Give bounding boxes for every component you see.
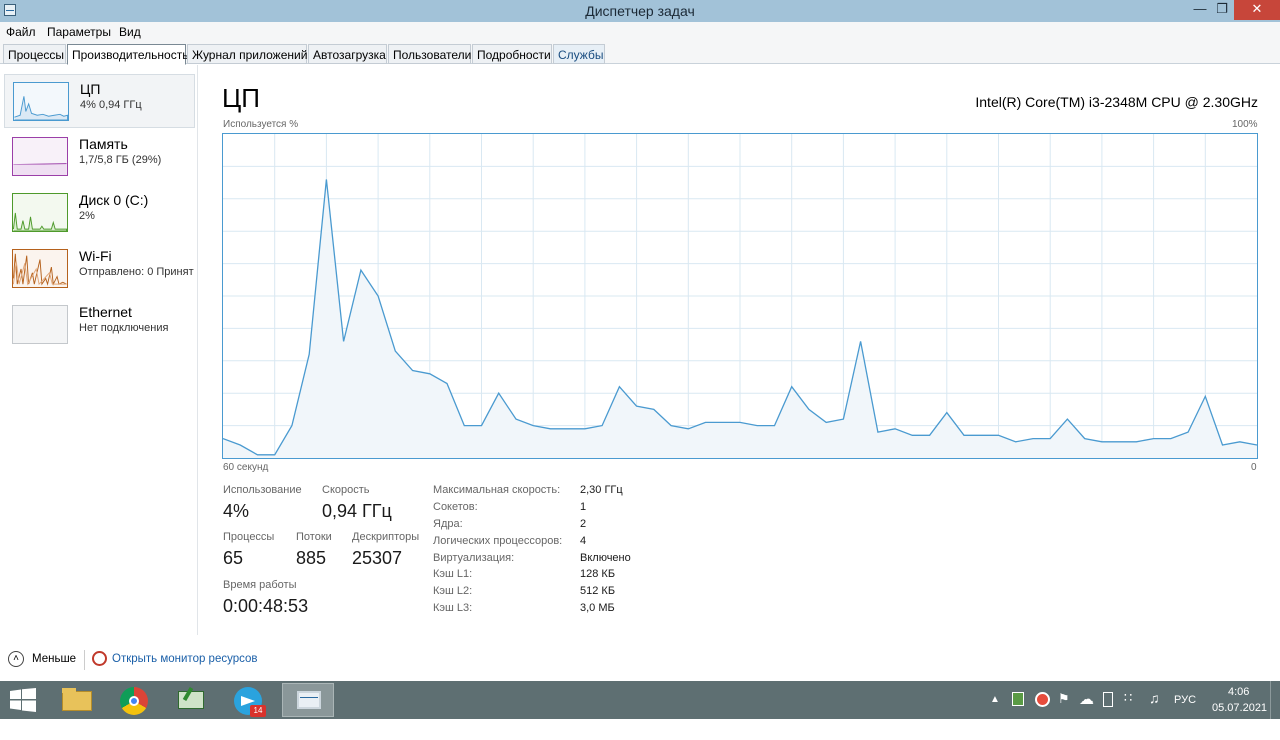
- tab-services[interactable]: Службы: [553, 44, 605, 64]
- sidebar-item-label: ЦП: [80, 81, 101, 97]
- spec-value: 2: [580, 518, 587, 530]
- clock-date[interactable]: 05.07.2021: [1212, 702, 1267, 740]
- sidebar-item-wifi[interactable]: Wi-Fi Отправлено: 0 Принят: [4, 242, 195, 296]
- fewer-details-button[interactable]: Меньше: [32, 653, 76, 665]
- divider: [84, 650, 85, 670]
- tab-users[interactable]: Пользователи: [388, 44, 471, 64]
- signal-icon[interactable]: ∷: [1124, 690, 1132, 728]
- windows-start-icon[interactable]: [10, 688, 36, 712]
- handles-label: Дескрипторы: [352, 531, 420, 543]
- sidebar-item-sub: Нет подключения: [79, 322, 169, 334]
- processes-label: Процессы: [223, 531, 275, 543]
- usage-value: 4%: [223, 501, 250, 521]
- sidebar-item-sub: Отправлено: 0 Принят: [79, 266, 194, 278]
- graph-y-max-label: 100%: [1232, 119, 1258, 130]
- resource-sidebar: ЦП 4% 0,94 ГГц Память 1,7/5,8 ГБ (29%) Д…: [0, 65, 198, 635]
- battery-icon[interactable]: [1103, 692, 1113, 707]
- resource-monitor-icon[interactable]: [92, 651, 107, 666]
- show-hidden-icons[interactable]: ▲: [990, 694, 1000, 732]
- graph-y-label: Используется %: [223, 119, 299, 130]
- spec-key: Виртуализация:: [433, 552, 515, 564]
- footer-bar: ˄ Меньше Открыть монитор ресурсов: [0, 644, 1280, 680]
- task-manager-taskbar-icon[interactable]: [282, 683, 334, 717]
- spec-key: Логических процессоров:: [433, 535, 563, 547]
- input-language[interactable]: РУС: [1174, 694, 1196, 732]
- tab-processes[interactable]: Процессы: [3, 44, 66, 64]
- tab-startup[interactable]: Автозагрузка: [308, 44, 387, 64]
- menu-view[interactable]: Вид: [119, 25, 141, 39]
- menu-options[interactable]: Параметры: [47, 25, 111, 39]
- uptime-label: Время работы: [223, 579, 297, 591]
- antivirus-icon[interactable]: [1035, 692, 1050, 707]
- sidebar-item-label: Память: [79, 136, 128, 152]
- ethernet-graph-icon: [12, 305, 68, 344]
- threads-label: Потоки: [296, 531, 332, 543]
- sidebar-item-memory[interactable]: Память 1,7/5,8 ГБ (29%): [4, 130, 195, 184]
- cpu-model-name: Intel(R) Core(TM) i3-2348M CPU @ 2.30GHz: [975, 94, 1258, 110]
- close-button[interactable]: ✕: [1234, 0, 1280, 20]
- spec-key: Кэш L1:: [433, 568, 473, 580]
- window-title: Диспетчер задач: [585, 3, 695, 19]
- handles-value: 25307: [352, 548, 403, 568]
- spec-key: Кэш L2:: [433, 585, 473, 597]
- menu-file[interactable]: Файл: [6, 25, 36, 39]
- update-icon[interactable]: [1012, 692, 1024, 706]
- file-explorer-icon[interactable]: [52, 683, 104, 717]
- graph-x-end-label: 0: [1251, 462, 1257, 473]
- flag-icon[interactable]: ⚑: [1058, 691, 1070, 729]
- app-monitor-icon[interactable]: [164, 683, 216, 717]
- telegram-icon[interactable]: 14: [220, 683, 272, 717]
- tab-app-history[interactable]: Журнал приложений: [187, 44, 307, 64]
- tab-strip: Процессы Производительность Журнал прило…: [0, 42, 1280, 65]
- sidebar-item-sub: 4% 0,94 ГГц: [80, 99, 142, 111]
- speed-label: Скорость: [322, 484, 370, 496]
- cloud-icon[interactable]: ☁: [1079, 690, 1094, 728]
- graph-x-label: 60 секунд: [223, 462, 269, 473]
- speaker-icon[interactable]: ♫: [1149, 690, 1160, 728]
- menu-bar: Файл Параметры Вид: [0, 22, 1280, 42]
- spec-key: Максимальная скорость:: [433, 484, 561, 496]
- spec-value: 2,30 ГГц: [580, 484, 623, 496]
- cpu-graph-icon: [13, 82, 69, 121]
- notification-badge: 14: [250, 705, 266, 717]
- spec-value: Включено: [580, 552, 631, 564]
- threads-value: 885: [296, 548, 327, 568]
- memory-graph-icon: [12, 137, 68, 176]
- sidebar-item-label: Диск 0 (C:): [79, 192, 149, 208]
- sidebar-item-sub: 1,7/5,8 ГБ (29%): [79, 154, 162, 166]
- spec-value: 3,0 МБ: [580, 602, 615, 614]
- disk-graph-icon: [12, 193, 68, 232]
- tab-performance[interactable]: Производительность: [67, 44, 188, 65]
- spec-key: Кэш L3:: [433, 602, 473, 614]
- chevron-up-icon[interactable]: ˄: [8, 651, 24, 667]
- spec-value: 128 КБ: [580, 568, 616, 580]
- spec-value: 1: [580, 501, 587, 513]
- taskbar: 14 ▲ ⚑ ☁ ∷ ♫ РУС 4:06 05.07.2021: [0, 681, 1280, 719]
- cpu-usage-graph: [222, 133, 1258, 459]
- spec-key: Сокетов:: [433, 501, 478, 513]
- chrome-icon[interactable]: [108, 683, 160, 717]
- restore-button[interactable]: ❐: [1208, 0, 1236, 20]
- speed-value: 0,94 ГГц: [322, 501, 392, 521]
- tab-details[interactable]: Подробности: [472, 44, 552, 64]
- sidebar-item-label: Ethernet: [79, 304, 132, 320]
- sidebar-item-cpu[interactable]: ЦП 4% 0,94 ГГц: [4, 74, 195, 128]
- uptime-value: 0:00:48:53: [223, 596, 309, 616]
- sidebar-item-label: Wi-Fi: [79, 248, 112, 264]
- usage-label: Использование: [223, 484, 302, 496]
- sidebar-item-disk[interactable]: Диск 0 (C:) 2%: [4, 186, 195, 240]
- show-desktop-button[interactable]: [1270, 681, 1280, 719]
- wifi-graph-icon: [12, 249, 68, 288]
- open-resource-monitor-link[interactable]: Открыть монитор ресурсов: [112, 653, 258, 665]
- spec-key: Ядра:: [433, 518, 463, 530]
- processes-value: 65: [223, 548, 244, 568]
- sidebar-item-sub: 2%: [79, 210, 95, 222]
- spec-value: 4: [580, 535, 587, 547]
- sidebar-item-ethernet[interactable]: Ethernet Нет подключения: [4, 298, 195, 352]
- page-title: ЦП: [222, 83, 260, 113]
- spec-value: 512 КБ: [580, 585, 616, 597]
- title-bar: Диспетчер задач — ❐ ✕: [0, 0, 1280, 22]
